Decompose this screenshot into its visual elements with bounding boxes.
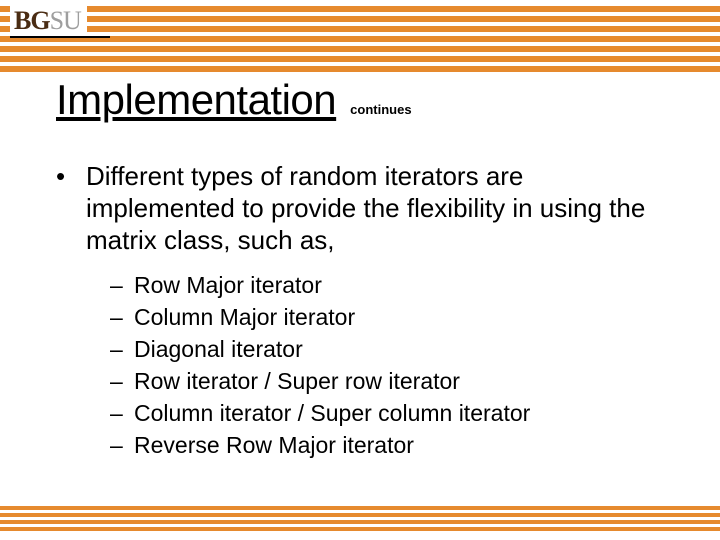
footer-stripe	[0, 520, 720, 524]
bullet-text: Column iterator / Super column iterator	[134, 398, 530, 428]
header-stripe	[0, 16, 720, 22]
header-stripe	[0, 26, 720, 32]
logo-underline	[10, 36, 110, 38]
bullet-level2: – Reverse Row Major iterator	[110, 430, 664, 460]
footer-stripe	[0, 506, 720, 510]
logo-light-text: SU	[50, 6, 81, 36]
bullet-text: Row iterator / Super row iterator	[134, 366, 460, 396]
slide-body: • Different types of random iterators ar…	[56, 160, 664, 462]
bullet-text: Column Major iterator	[134, 302, 355, 332]
bullet-level2: – Diagonal iterator	[110, 334, 664, 364]
dash-icon: –	[110, 366, 134, 396]
bullet-level2: – Column iterator / Super column iterato…	[110, 398, 664, 428]
bullet-text: Row Major iterator	[134, 270, 322, 300]
bullet-text: Diagonal iterator	[134, 334, 303, 364]
bullet-level2: – Row Major iterator	[110, 270, 664, 300]
bullet-level2: – Column Major iterator	[110, 302, 664, 332]
logo: BGSU	[10, 6, 87, 36]
dash-icon: –	[110, 430, 134, 460]
bullet-text: Reverse Row Major iterator	[134, 430, 414, 460]
slide-subtitle: continues	[350, 102, 411, 117]
bullet-text: Different types of random iterators are …	[86, 160, 664, 256]
header-stripe	[0, 66, 720, 72]
dash-icon: –	[110, 398, 134, 428]
dash-icon: –	[110, 270, 134, 300]
bullet-dot-icon: •	[56, 160, 86, 192]
bullet-level2: – Row iterator / Super row iterator	[110, 366, 664, 396]
footer-stripe	[0, 513, 720, 517]
slide: BGSU Implementation continues • Differen…	[0, 0, 720, 540]
logo-bold-text: BG	[14, 6, 50, 36]
slide-header: BGSU	[0, 0, 720, 75]
bullet-level1: • Different types of random iterators ar…	[56, 160, 664, 256]
header-stripe	[0, 56, 720, 62]
dash-icon: –	[110, 302, 134, 332]
header-stripe	[0, 46, 720, 52]
slide-title: Implementation	[56, 76, 336, 124]
dash-icon: –	[110, 334, 134, 364]
header-stripe	[0, 6, 720, 12]
footer-stripe	[0, 527, 720, 531]
title-row: Implementation continues	[56, 76, 412, 124]
bullet-level2-group: – Row Major iterator – Column Major iter…	[110, 270, 664, 460]
